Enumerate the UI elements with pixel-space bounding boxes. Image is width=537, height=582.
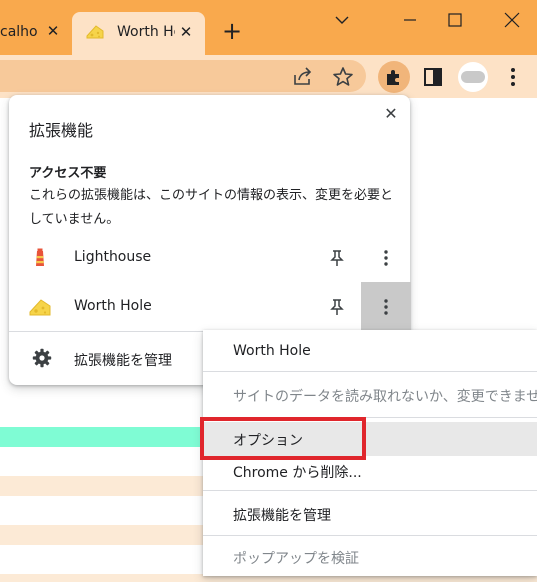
extension-item-worth-hole[interactable]: Worth Hole (9, 282, 411, 332)
new-tab-button[interactable]: + (220, 19, 244, 43)
maximize-icon[interactable] (443, 10, 467, 30)
toolbar (0, 55, 537, 98)
highlight-annotation (200, 417, 366, 460)
profile-avatar[interactable] (458, 62, 488, 92)
star-icon[interactable] (331, 65, 355, 89)
window-close-icon[interactable] (500, 10, 524, 30)
extensions-button[interactable] (378, 61, 410, 93)
close-icon[interactable]: ✕ (176, 22, 196, 42)
menu-item-label: サイトのデータを読み取れないか、変更できません (233, 389, 537, 405)
tab-localhost[interactable]: calhost ✕ (0, 12, 72, 55)
menu-item-manage[interactable]: 拡張機能を管理 (203, 497, 537, 531)
tab-title: Worth Hole (117, 24, 175, 40)
close-icon[interactable]: ✕ (381, 104, 401, 124)
section-description: これらの拡張機能は、このサイトの情報の表示、変更を必要としていません。 (29, 188, 394, 227)
menu-separator (203, 371, 537, 372)
section-title: アクセス不要 (29, 166, 107, 181)
tab-worth-hole[interactable]: Worth Hole ✕ (72, 12, 205, 55)
kebab-icon (384, 299, 388, 315)
pin-icon[interactable] (327, 297, 347, 317)
gear-icon (32, 348, 52, 368)
manage-extensions-label: 拡張機能を管理 (74, 353, 172, 369)
sidepanel-icon[interactable] (421, 65, 445, 89)
share-icon[interactable] (291, 65, 315, 89)
extension-name: Lighthouse (74, 249, 152, 265)
kebab-icon (384, 250, 388, 266)
extension-more-button[interactable] (361, 282, 411, 332)
close-icon[interactable]: ✕ (43, 21, 63, 41)
menu-item-label: Chrome から削除... (233, 465, 362, 481)
menu-separator (203, 535, 537, 536)
cheese-icon (86, 25, 104, 39)
menu-item-inspect-popup: ポップアップを検証 (203, 540, 537, 574)
menu-item-site-access: サイトのデータを読み取れないか、変更できません (203, 378, 537, 412)
menu-item-extension-name[interactable]: Worth Hole (203, 335, 537, 369)
minimize-icon[interactable] (398, 10, 422, 30)
title-bar: calhost ✕ Worth Hole ✕ + (0, 0, 537, 55)
menu-item-label: Worth Hole (233, 343, 311, 359)
menu-separator (203, 490, 537, 491)
extension-item-lighthouse[interactable]: Lighthouse (9, 233, 410, 283)
popup-title: 拡張機能 (29, 121, 94, 140)
lighthouse-icon (36, 248, 44, 266)
kebab-icon[interactable] (501, 65, 525, 89)
extension-more-button[interactable] (361, 233, 411, 283)
tab-title: calhost (0, 24, 38, 40)
chevron-down-icon[interactable] (330, 10, 354, 30)
menu-item-label: ポップアップを検証 (233, 551, 359, 567)
pin-icon[interactable] (327, 248, 347, 268)
extension-name: Worth Hole (74, 298, 152, 314)
cheese-icon (29, 299, 51, 316)
puzzle-icon (387, 70, 399, 85)
menu-item-label: 拡張機能を管理 (233, 508, 331, 524)
